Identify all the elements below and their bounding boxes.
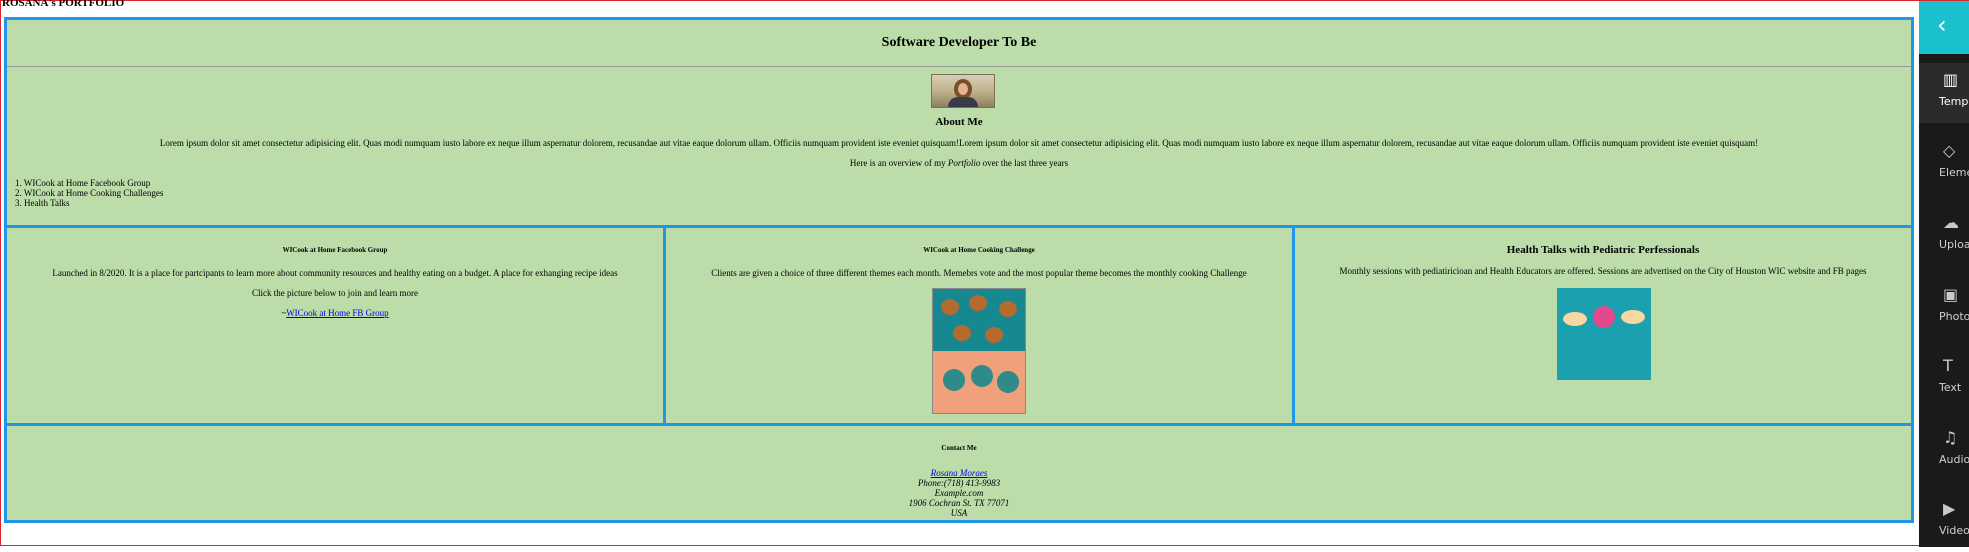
about-title: About Me xyxy=(935,116,983,128)
contact-country: USA xyxy=(950,508,968,518)
collapse-panel-button[interactable]: ‹ xyxy=(1919,1,1969,54)
contact-section: Contact Me Rosana Moraes Phone:(718) 413… xyxy=(7,426,1911,525)
about-text: Lorem ipsum dolor sit amet consectetur a… xyxy=(159,138,1759,148)
project-title: WICook at Home Facebook Group xyxy=(282,246,388,254)
fb-group-link[interactable]: WICook at Home FB Group xyxy=(286,308,389,318)
project-description: Launched in 8/2020. It is a place for pa… xyxy=(52,268,618,278)
contact-phone: Phone:(718) 413-9983 xyxy=(917,478,1001,488)
template-icon: ▥ xyxy=(1943,70,1959,89)
cooking-challenge-flyer-image[interactable] xyxy=(932,288,1026,414)
project-cooking-challenge: WICook at Home Cooking Challenge Clients… xyxy=(666,228,1295,423)
elements-icon: ◇ xyxy=(1943,141,1956,160)
audio-icon: ♫ xyxy=(1943,428,1958,447)
project-link-line: ~WICook at Home FB Group xyxy=(281,308,389,318)
project-instruction: Click the picture below to join and lear… xyxy=(252,288,418,298)
tool-uploads[interactable]: ☁ Upload xyxy=(1919,206,1969,266)
profile-photo xyxy=(931,74,995,108)
tool-elements[interactable]: ◇ Elemen xyxy=(1919,134,1969,194)
editor-side-panel: ‹ ▥ Templat ◇ Elemen ☁ Upload ▣ Photo T … xyxy=(1919,1,1969,547)
project-facebook-group: WICook at Home Facebook Group Launched i… xyxy=(7,228,666,423)
portfolio-list: 1. WICook at Home Facebook Group 2. WICo… xyxy=(15,178,163,208)
photo-icon: ▣ xyxy=(1943,285,1959,304)
project-health-talks: Health Talks with Pediatric Perfessional… xyxy=(1295,228,1911,423)
contact-name-link[interactable]: Rosana Moraes xyxy=(931,468,988,478)
video-icon: ▶ xyxy=(1943,499,1956,518)
project-title: WICook at Home Cooking Challenge xyxy=(923,246,1035,254)
upload-icon: ☁ xyxy=(1943,213,1959,232)
overview-text: Here is an overview of my Portfolio over… xyxy=(849,158,1069,168)
tool-templates[interactable]: ▥ Templat xyxy=(1919,63,1969,123)
list-item: 1. WICook at Home Facebook Group xyxy=(15,178,151,188)
text-icon: T xyxy=(1943,356,1953,375)
site-title: ROSANA's PORTFOLIO xyxy=(2,0,125,9)
tool-video[interactable]: ▶ Video xyxy=(1919,492,1969,552)
tool-audio[interactable]: ♫ Audio xyxy=(1919,421,1969,481)
contact-details: Rosana Moraes Phone:(718) 413-9983 Examp… xyxy=(7,468,1911,518)
project-description: Clients are given a choice of three diff… xyxy=(711,268,1247,278)
hero-section: Software Developer To Be About Me Lorem … xyxy=(7,20,1911,228)
health-talk-flyer-image[interactable] xyxy=(1557,288,1651,380)
contact-address: 1906 Cochran St. TX 77071 xyxy=(908,498,1010,508)
project-description: Monthly sessions with pediatiricioan and… xyxy=(1339,266,1867,276)
contact-email: Example.com xyxy=(934,488,984,498)
tool-text[interactable]: T Text xyxy=(1919,349,1969,409)
portfolio-frame: Software Developer To Be About Me Lorem … xyxy=(4,17,1914,523)
tool-photos[interactable]: ▣ Photo xyxy=(1919,278,1969,338)
chevron-left-icon: ‹ xyxy=(1937,11,1947,39)
page-title: Software Developer To Be xyxy=(7,20,1911,67)
projects-section: WICook at Home Facebook Group Launched i… xyxy=(7,228,1911,426)
list-item: 2. WICook at Home Cooking Challenges xyxy=(15,188,164,198)
portfolio-word: Portfolio xyxy=(947,158,981,168)
project-title: Health Talks with Pediatric Perfessional… xyxy=(1506,244,1700,256)
list-item: 3. Health Talks xyxy=(15,198,70,208)
contact-title: Contact Me xyxy=(941,444,977,452)
